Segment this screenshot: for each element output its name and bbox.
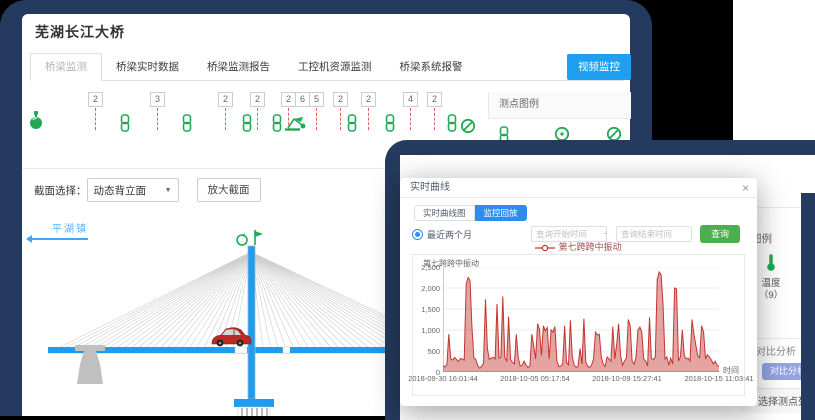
x-tick-label: 2018-10-05 05:17:54 (500, 374, 570, 383)
sensor-count-badge[interactable]: 4 (403, 92, 418, 107)
sensor-dash-line (257, 108, 258, 130)
sensor-dash-line (157, 108, 158, 130)
legend-label: 第七跨跨中振动 (558, 242, 621, 252)
chain-link-sensor-icon[interactable] (242, 114, 252, 137)
video-monitor-button[interactable]: 视频监控 (567, 54, 631, 80)
chain-link-sensor-icon[interactable] (182, 114, 192, 137)
modal-title: 实时曲线 (410, 178, 450, 198)
sensor-dash-line (340, 108, 341, 130)
section-bar: 截面选择： 动态背立面 ▼ 放大截面 (34, 178, 261, 202)
sensor-dash-line (316, 108, 317, 130)
x-tick-label: 2018-10-09 15:27:41 (592, 374, 662, 383)
sensor-count-badge[interactable]: 6 (295, 92, 310, 107)
page-title: 芜湖长江大桥 (35, 22, 125, 42)
screen: 芜湖长江大桥 桥梁监测桥梁实时数据桥梁监测报告工控机资源监测桥梁系统报警 视频监… (0, 0, 815, 420)
temperature-count: （9） (754, 287, 788, 301)
sensor-count-badge[interactable]: 5 (309, 92, 324, 107)
chain-link-sensor-icon[interactable] (385, 114, 395, 137)
sensor-dash-line (225, 108, 226, 130)
background-patch (733, 0, 815, 142)
tab-桥梁实时数据[interactable]: 桥梁实时数据 (102, 54, 193, 80)
sensor-dash-line (410, 108, 411, 130)
y-tick-label: 2,000 (414, 284, 440, 293)
zoom-section-button[interactable]: 放大截面 (197, 178, 261, 202)
tab-桥梁系统报警[interactable]: 桥梁系统报警 (386, 54, 477, 80)
compare-analysis-title: 对比分析 (756, 343, 796, 358)
modal-tabbar: 实时曲线图监控回放 (414, 205, 527, 221)
chain-link-sensor-icon[interactable] (347, 114, 357, 137)
legend-panel-header: 测点图例 (488, 92, 631, 119)
y-tick-label: 1,500 (414, 305, 440, 314)
sensor-count-badge[interactable]: 2 (281, 92, 296, 107)
recent-two-months-radio[interactable] (412, 229, 423, 240)
window-edge (801, 193, 815, 420)
x-tick-label: 2018-10-15 11:03:41 (684, 374, 753, 383)
y-tick-label: 500 (414, 347, 440, 356)
section-select-value: 动态背立面 (94, 183, 147, 198)
chain-link-sensor-icon[interactable] (120, 114, 130, 137)
sensor-count-badge[interactable]: 2 (333, 92, 348, 107)
close-icon[interactable]: × (742, 181, 749, 195)
tab-桥梁监测报告[interactable]: 桥梁监测报告 (193, 54, 284, 80)
tab-桥梁监测[interactable]: 桥梁监测 (30, 53, 102, 81)
sensor-dash-line (95, 108, 96, 130)
sensor-dash-line (368, 108, 369, 130)
chart-legend[interactable]: 第七跨跨中振动 (400, 240, 757, 252)
plumb-sensor-icon[interactable] (29, 110, 43, 135)
chain-link-sensor-icon[interactable] (272, 114, 282, 137)
sensor-count-badge[interactable]: 2 (250, 92, 265, 107)
y-tick-label: 1,000 (414, 326, 440, 335)
y-tick-label: 2,500 (414, 263, 440, 272)
main-tabbar: 桥梁监测桥梁实时数据桥梁监测报告工控机资源监测桥梁系统报警 (30, 52, 624, 81)
legend-marker-icon (535, 244, 555, 252)
sensor-count-badge[interactable]: 2 (361, 92, 376, 107)
modal-header: 实时曲线 × (400, 178, 757, 198)
range-separator: - (604, 228, 607, 238)
sensor-count-badge[interactable]: 3 (150, 92, 165, 107)
x-tick-label: 2018-09-30 16:01:44 (408, 374, 478, 383)
tower-top-sensor-icon (237, 230, 263, 245)
sensor-dash-line (434, 108, 435, 130)
crane-sensor-icon[interactable] (283, 114, 309, 137)
sensor-count-badge[interactable]: 2 (427, 92, 442, 107)
section-select-label: 截面选择： (34, 183, 87, 198)
legend-panel-title: 测点图例 (499, 99, 539, 110)
modal-tab-实时曲线图[interactable]: 实时曲线图 (414, 205, 475, 221)
sensor-count-badge[interactable]: 2 (218, 92, 233, 107)
chart-plot[interactable] (443, 267, 719, 372)
section-select-dropdown[interactable]: 动态背立面 ▼ (87, 178, 179, 202)
tab-工控机资源监测[interactable]: 工控机资源监测 (284, 54, 386, 80)
chart-container: 第七跨跨中振动 时间 2,5002,0001,5001,00050002018-… (412, 254, 745, 396)
sensor-count-badge[interactable]: 2 (88, 92, 103, 107)
car (212, 328, 251, 347)
realtime-curve-modal: 实时曲线 × 实时曲线图监控回放 最近两个月 - 查询 第七跨跨中振动 第七跨跨… (400, 178, 757, 406)
modal-tab-监控回放[interactable]: 监控回放 (475, 205, 527, 221)
chain-link-sensor-icon[interactable] (447, 114, 457, 137)
thermometer-icon[interactable] (764, 253, 778, 273)
chevron-down-icon: ▼ (165, 187, 172, 194)
disabled-sensor-icon[interactable] (460, 118, 476, 139)
left-pier (75, 345, 105, 384)
